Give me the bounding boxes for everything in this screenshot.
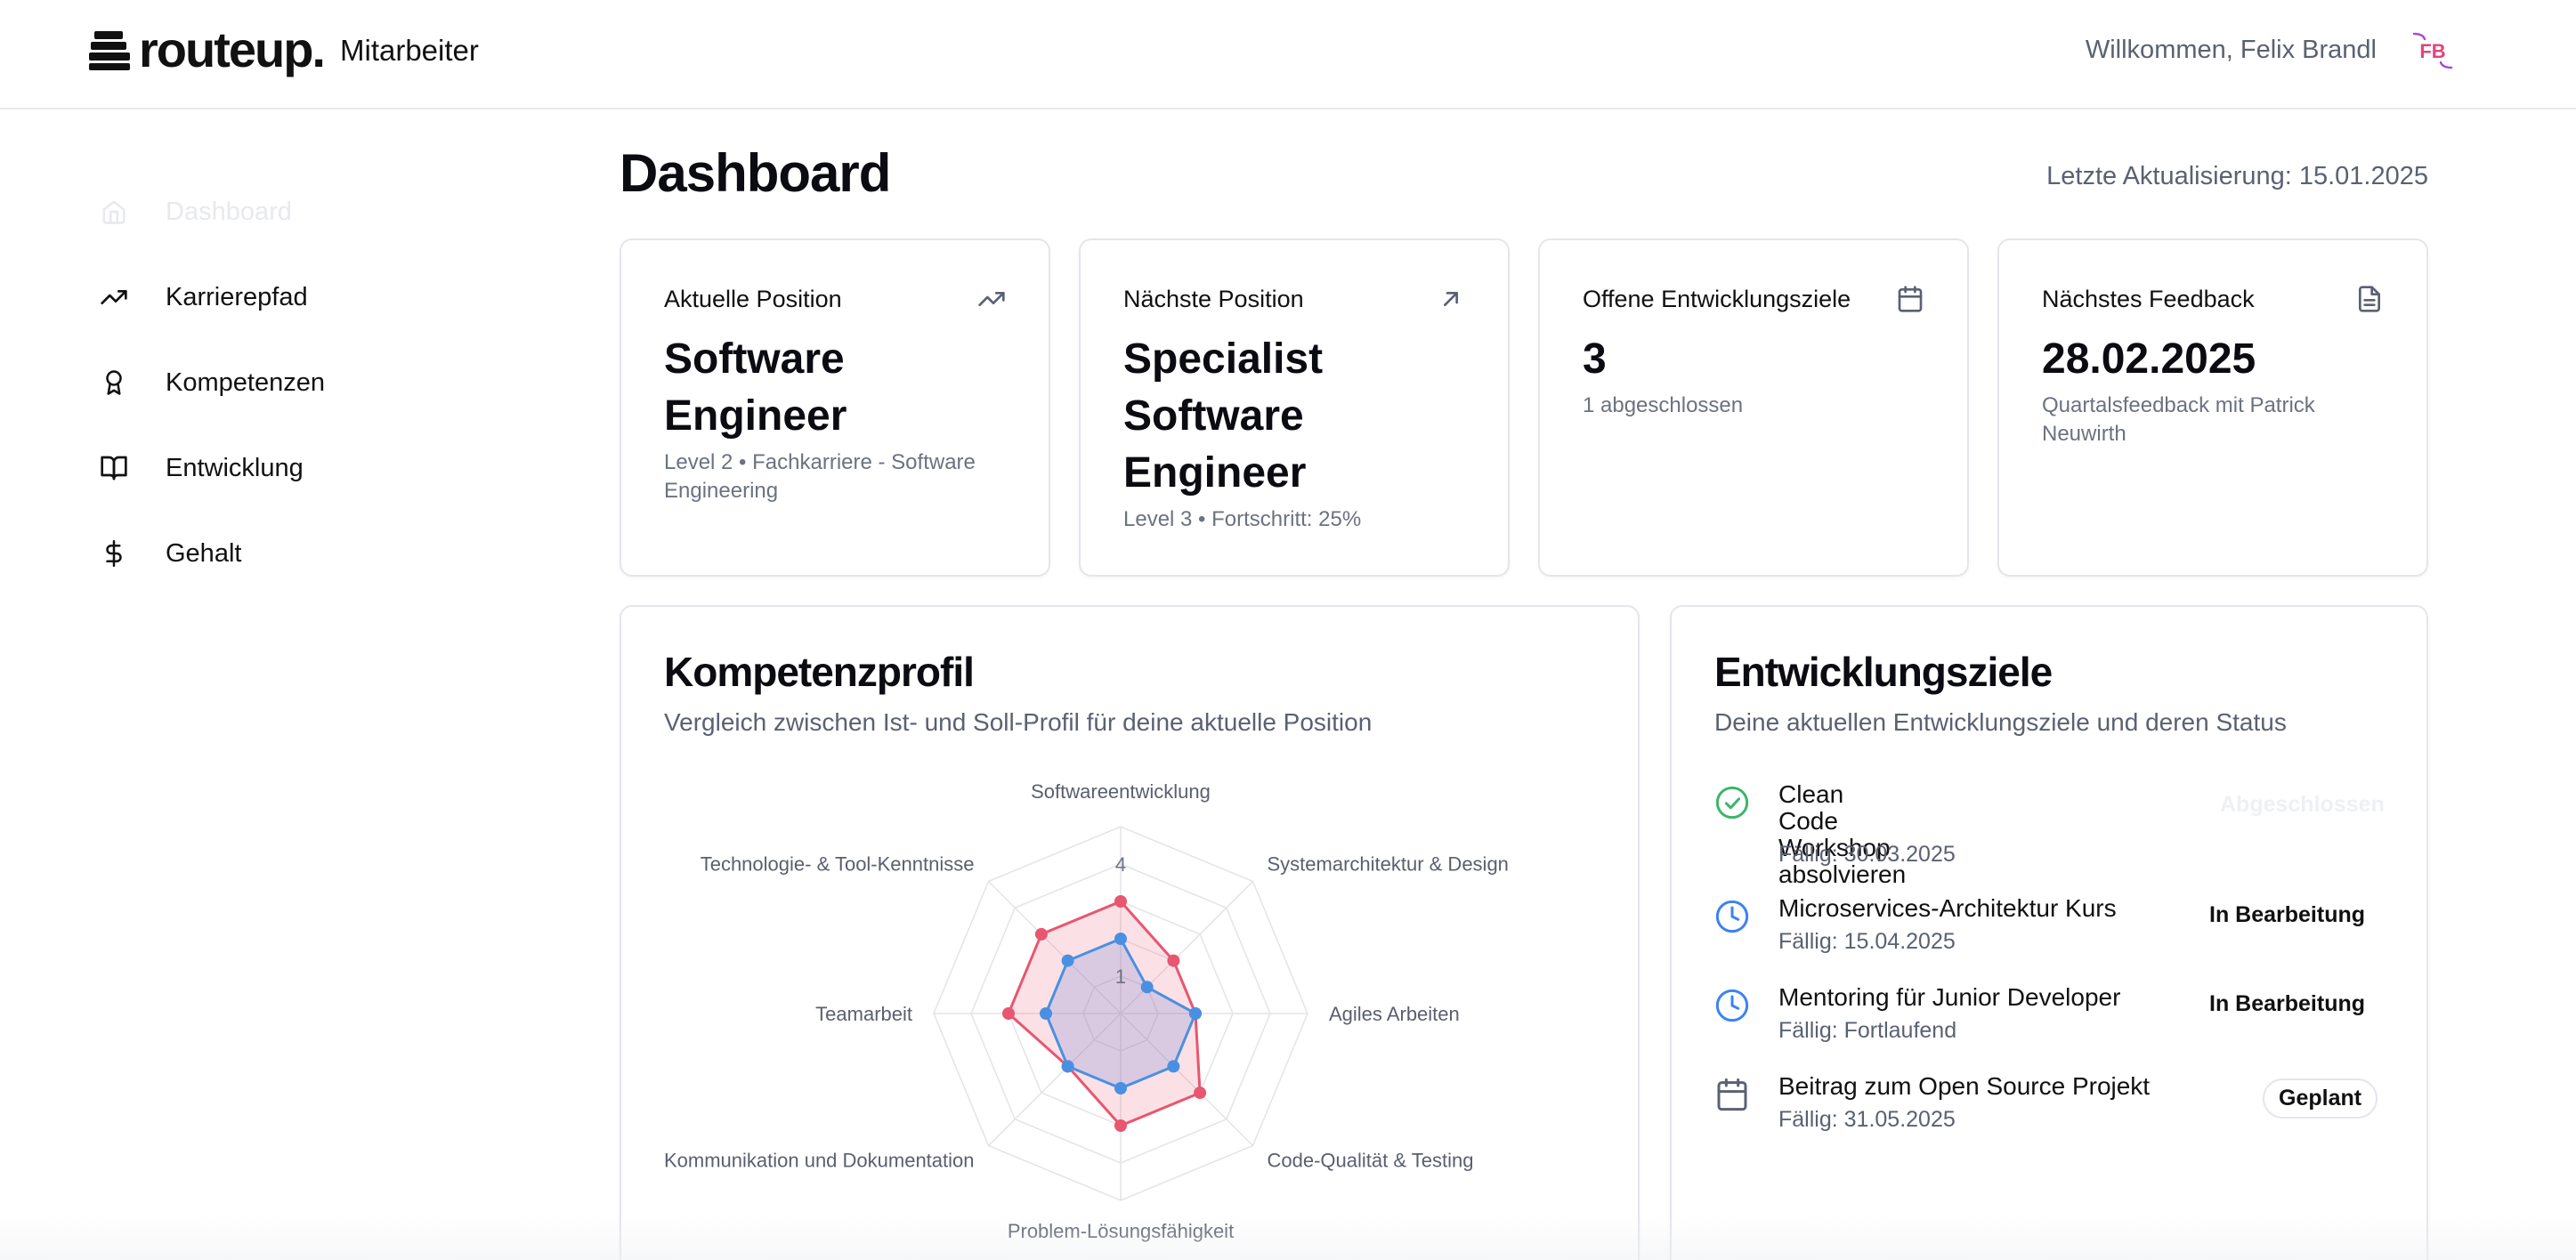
stat-sub: Level 3 • Fortschritt: 25% <box>1123 507 1362 531</box>
radar-category-label: Teamarbeit <box>815 1003 912 1025</box>
radar-category-label: Kommunikation und Dokumentation <box>664 1149 975 1171</box>
sidebar-item-label: Kompetenzen <box>166 368 325 397</box>
stat-value: Software Engineer <box>664 331 1006 445</box>
radar-point <box>1040 1007 1052 1020</box>
radar-category-label: Systemarchitektur & Design <box>1267 853 1508 876</box>
arrow-up-right-icon <box>1437 285 1465 313</box>
stat-value-line: 3 <box>1583 335 1607 383</box>
radar-point <box>1002 1007 1015 1020</box>
goal-due: Fällig: Fortlaufend <box>1778 1018 1957 1043</box>
clock-icon <box>1714 988 1750 1023</box>
radar-point <box>1114 1119 1127 1132</box>
stat-sub: Level 2 • Fachkarriere - Software Engine… <box>664 450 976 503</box>
clock-icon <box>1714 899 1750 934</box>
top-header: routeup. Mitarbeiter Willkommen, Felix B… <box>0 0 2576 109</box>
stat-value: 3 <box>1583 331 1924 388</box>
award-icon <box>98 367 130 399</box>
stat-label: Nächste Position <box>1123 285 1304 312</box>
stat-value: Specialist Software Engineer <box>1123 331 1465 502</box>
trending-up-icon <box>977 285 1006 313</box>
logo[interactable]: routeup. <box>89 21 326 77</box>
goals-subtitle: Deine aktuellen Entwicklungsziele und de… <box>1714 708 2287 736</box>
radar-category-label: Problem-Lösungsfähigkeit <box>1008 1220 1234 1242</box>
stat-value-line: 28.02.2025 <box>2042 335 2256 383</box>
welcome-text: Willkommen, Felix Brandl <box>2085 36 2377 64</box>
radar-point <box>1189 1007 1202 1020</box>
sidebar-item-label: Gehalt <box>166 538 242 568</box>
sidebar-item-label: Entwicklung <box>166 453 304 482</box>
file-text-icon <box>2355 285 2384 313</box>
stat-card-next-position: Nächste Position Specialist Software Eng… <box>1079 238 1510 577</box>
dollar-icon <box>98 537 130 569</box>
radar-tick-label: 4 <box>1115 853 1126 876</box>
stat-value: 28.02.2025 <box>2042 331 2384 388</box>
sidebar-item-entwicklung[interactable]: Entwicklung <box>89 425 552 511</box>
status-badge: In Bearbeitung <box>2209 902 2366 927</box>
radar-point <box>1034 927 1048 941</box>
radar-point <box>1061 1060 1074 1073</box>
sidebar-item-label: Karrierepfad <box>166 282 308 311</box>
book-open-icon <box>98 452 130 484</box>
stat-label: Aktuelle Position <box>664 285 842 312</box>
goal-due: Fällig: 30.03.2025 <box>1778 842 1956 867</box>
radar-point <box>1167 954 1180 967</box>
last-update: Letzte Aktualisierung: 15.01.2025 <box>2046 162 2428 190</box>
radar-point <box>1114 933 1127 945</box>
radar-point <box>1114 895 1127 908</box>
calendar-icon <box>1896 285 1924 313</box>
status-badge: Abgeschlossen <box>2220 792 2385 817</box>
radar-point <box>1140 981 1154 994</box>
radar-category-label: Softwareentwicklung <box>1031 780 1211 803</box>
sidebar-item-gehalt[interactable]: Gehalt <box>89 511 552 596</box>
home-icon <box>98 196 130 228</box>
sidebar-item-label: Dashboard <box>166 197 292 226</box>
radar-category-label: Technologie- & Tool-Kenntnisse <box>701 853 975 876</box>
stat-value-line: Software <box>664 335 845 383</box>
sidebar-item-karrierepfad[interactable]: Karrierepfad <box>89 254 552 340</box>
avatar-initials: FB <box>2419 40 2445 62</box>
radar-point <box>1194 1086 1207 1100</box>
status-badge: Geplant <box>2263 1078 2378 1119</box>
status-badge: In Bearbeitung <box>2209 991 2366 1016</box>
radar-tick-label: 1 <box>1115 965 1126 988</box>
goal-title: Mentoring für Junior Developer <box>1778 983 2121 1011</box>
stat-card-open-goals: Offene Entwicklungsziele 3 1 abgeschloss… <box>1538 238 1969 577</box>
goal-title: Beitrag zum Open Source Projekt <box>1778 1072 2151 1100</box>
sidebar: Dashboard Karrierepfad Kompetenzen Entwi… <box>89 169 552 596</box>
stat-card-next-feedback: Nächstes Feedback 28.02.2025 Quartalsfee… <box>1997 238 2428 577</box>
stat-label: Nächstes Feedback <box>2042 285 2255 312</box>
goal-title: Microservices-Architektur Kurs <box>1778 894 2117 922</box>
radar-point <box>1167 1060 1180 1073</box>
stat-label: Offene Entwicklungsziele <box>1583 285 1851 312</box>
stat-value-line: Specialist <box>1123 335 1324 383</box>
goal-due: Fällig: 15.04.2025 <box>1778 929 1956 954</box>
stat-value-line: Engineer <box>664 392 847 440</box>
logo-text: routeup. <box>139 21 326 77</box>
goals-panel: Entwicklungsziele Deine aktuellen Entwic… <box>1670 605 2428 1260</box>
stat-value-line: Software <box>1123 392 1304 440</box>
radar-point <box>1114 1082 1127 1094</box>
sidebar-item-kompetenzen[interactable]: Kompetenzen <box>89 340 552 425</box>
stat-value-line: Engineer <box>1123 449 1307 497</box>
trending-up-icon <box>98 281 130 313</box>
goal-title: Clean Code Workshop absolvieren <box>1778 781 1906 888</box>
avatar[interactable]: FB <box>2410 32 2455 69</box>
check-circle-icon <box>1714 785 1750 820</box>
stat-sub: 1 abgeschlossen <box>1583 393 1744 417</box>
page-title: Dashboard <box>620 143 891 203</box>
radar-point <box>1061 954 1074 967</box>
calendar-icon <box>1714 1077 1750 1112</box>
stat-card-current-position: Aktuelle Position Software Engineer Leve… <box>620 238 1050 577</box>
app-label: Mitarbeiter <box>340 34 479 67</box>
radar-category-label: Code-Qualität & Testing <box>1267 1149 1473 1171</box>
radar-category-label: Agiles Arbeiten <box>1329 1003 1460 1025</box>
goal-due: Fällig: 31.05.2025 <box>1778 1107 1956 1132</box>
sidebar-item-dashboard[interactable]: Dashboard <box>89 169 552 254</box>
goals-title: Entwicklungsziele <box>1714 649 2053 695</box>
logo-mark-icon <box>89 28 132 72</box>
radar-chart: 1 4 Softwareentwicklung Systemarchitektur &… <box>664 780 1509 1242</box>
stat-sub: Quartalsfeedback mit Patrick Neuwirth <box>2042 393 2315 446</box>
